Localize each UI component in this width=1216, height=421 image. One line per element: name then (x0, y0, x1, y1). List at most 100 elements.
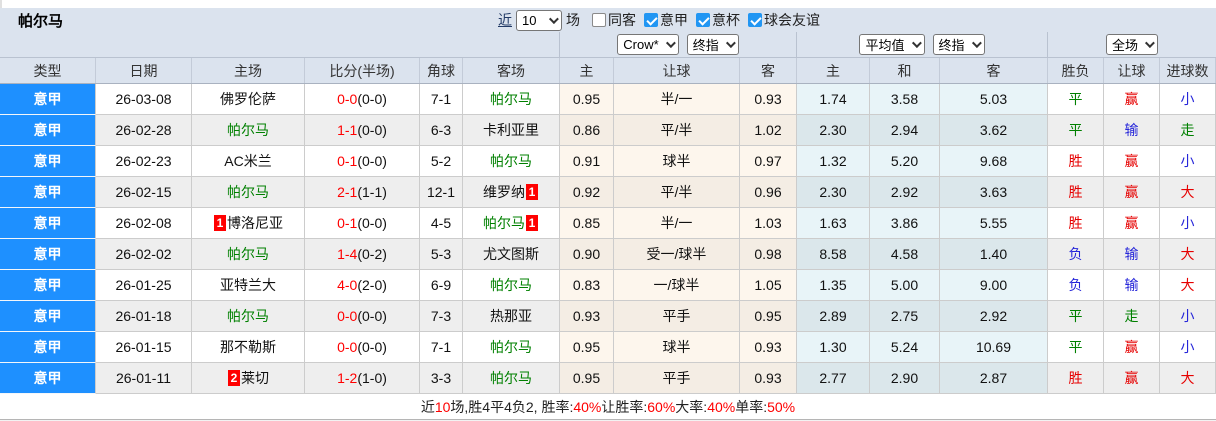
away-team-name: 帕尔马 (490, 277, 532, 293)
summary-segment-7: 40% (707, 398, 736, 415)
euro-home-odds: 2.89 (797, 301, 870, 332)
chevron-down-icon (548, 13, 559, 24)
fulltime-score: 0-1 (337, 215, 358, 231)
red-card-badge: 2 (228, 370, 240, 386)
result-goals: 小 (1160, 301, 1216, 332)
corner-count: 3-3 (420, 363, 463, 394)
col-date: 日期 (96, 58, 192, 83)
match-date: 26-02-28 (96, 115, 192, 146)
score-cell: 2-1 (1-1) (305, 177, 420, 208)
asia-odds-select-0-value: Crow* (623, 37, 659, 52)
asia-away-odds: 0.96 (740, 177, 797, 208)
euro-away-odds: 9.00 (940, 270, 1048, 301)
league-cell: 意甲 (0, 332, 96, 363)
result-goals: 小 (1160, 208, 1216, 239)
away-team-name: 卡利亚里 (483, 122, 539, 138)
away-team-name: 帕尔马 (490, 91, 532, 107)
matches-count-value: 10 (522, 12, 537, 28)
asia-odds-select-1[interactable]: 终指 (686, 34, 739, 55)
red-card-badge: 1 (526, 184, 538, 200)
halftime-score: (2-0) (357, 277, 387, 293)
away-team: 帕尔马 (463, 270, 560, 301)
asia-away-odds: 0.97 (740, 146, 797, 177)
home-team: 2 莱切 (192, 363, 305, 394)
home-team-name: AC米兰 (224, 153, 272, 169)
euro-draw-odds: 2.92 (870, 177, 940, 208)
home-team: 1 博洛尼亚 (192, 208, 305, 239)
euro-odds-source-cell: 平均值 终指 (797, 32, 1048, 57)
corner-count: 6-3 (420, 115, 463, 146)
table-row: 意甲 26-01-15 那不勒斯 0-0 (0-0) 7-1 帕尔马 0.95 球半 0.93 1.… (0, 332, 1216, 363)
match-date: 26-03-08 (96, 84, 192, 115)
home-team-name: 那不勒斯 (220, 339, 276, 355)
league-cell: 意甲 (0, 239, 96, 270)
asia-away-odds: 1.03 (740, 208, 797, 239)
euro-away-odds: 2.87 (940, 363, 1048, 394)
match-rows: 意甲 26-03-08 佛罗伦萨 0-0 (0-0) 7-1 帕尔马 0.95 半/一 0.93 1… (0, 84, 1216, 394)
fulltime-score: 1-4 (337, 246, 358, 262)
matches-suffix-label: 场 (566, 12, 580, 28)
red-card-badge: 1 (214, 215, 226, 231)
euro-odds-select-0-value: 平均值 (865, 38, 905, 53)
result-wdl: 胜 (1048, 177, 1104, 208)
result-wdl: 平 (1048, 115, 1104, 146)
home-team-name: 亚特兰大 (220, 277, 276, 293)
filter-checkbox-1[interactable] (644, 13, 658, 27)
league-cell: 意甲 (0, 208, 96, 239)
home-team: 帕尔马 (192, 239, 305, 270)
halftime-score: (1-1) (357, 184, 387, 200)
halftime-score: (0-0) (357, 339, 387, 355)
col-home: 主场 (192, 58, 305, 83)
recent-matches-panel: 帕尔马 近 10 场 同客 意甲 意杯 球会友谊 Crow* 终指 平均值 终指 全场 类… (0, 8, 1216, 421)
corner-count: 7-1 (420, 84, 463, 115)
match-date: 26-02-15 (96, 177, 192, 208)
fulltime-score: 1-2 (337, 370, 358, 386)
summary-segment-2: 场,胜4平4负2, 胜率: (450, 398, 574, 415)
result-wdl: 胜 (1048, 146, 1104, 177)
asia-away-odds: 0.93 (740, 332, 797, 363)
col-goals: 进球数 (1160, 58, 1216, 83)
away-team: 帕尔马 (463, 363, 560, 394)
scope-select[interactable]: 全场 (1105, 34, 1158, 55)
summary-segment-1: 10 (434, 398, 451, 415)
euro-draw-odds: 5.24 (870, 332, 940, 363)
asia-handicap: 受一/球半 (614, 239, 740, 270)
result-wdl: 胜 (1048, 208, 1104, 239)
corner-count: 4-5 (420, 208, 463, 239)
euro-home-odds: 1.32 (797, 146, 870, 177)
home-team-name: 佛罗伦萨 (220, 91, 276, 107)
filter-checkbox-2[interactable] (696, 13, 710, 27)
filter-checkbox-3[interactable] (748, 13, 762, 27)
chevron-down-icon (911, 38, 922, 49)
asia-handicap: 半/一 (614, 84, 740, 115)
euro-odds-select-1[interactable]: 终指 (932, 34, 985, 55)
result-handicap: 赢 (1104, 177, 1160, 208)
chevron-down-icon (725, 38, 736, 49)
match-date: 26-01-25 (96, 270, 192, 301)
home-team: 佛罗伦萨 (192, 84, 305, 115)
league-cell: 意甲 (0, 301, 96, 332)
column-header-row: 类型 日期 主场 比分(半场) 角球 客场主让球客主和客胜负 让球 进球数 (0, 58, 1216, 84)
result-wdl: 负 (1048, 270, 1104, 301)
away-team: 热那亚 (463, 301, 560, 332)
asia-handicap: 球半 (614, 332, 740, 363)
summary-segment-9: 50% (767, 398, 796, 415)
corner-count: 7-1 (420, 332, 463, 363)
near-link[interactable]: 近 (498, 10, 512, 30)
col-handicap-result: 让球 (1104, 58, 1160, 83)
euro-away-odds: 5.55 (940, 208, 1048, 239)
euro-away-odds: 1.40 (940, 239, 1048, 270)
asia-handicap: 平手 (614, 363, 740, 394)
match-date: 26-01-15 (96, 332, 192, 363)
table-row: 意甲 26-03-08 佛罗伦萨 0-0 (0-0) 7-1 帕尔马 0.95 半/一 0.93 1… (0, 84, 1216, 115)
summary-segment-3: 40% (573, 398, 602, 415)
away-team-name: 帕尔马 (490, 339, 532, 355)
asia-odds-select-0[interactable]: Crow* (617, 34, 679, 55)
result-handicap: 赢 (1104, 208, 1160, 239)
euro-odds-select-0[interactable]: 平均值 (859, 34, 925, 55)
fulltime-score: 0-0 (337, 308, 358, 324)
team-header-bar: 帕尔马 近 10 场 同客 意甲 意杯 球会友谊 (0, 8, 1216, 32)
matches-count-select[interactable]: 10 (516, 9, 562, 31)
euro-draw-odds: 2.90 (870, 363, 940, 394)
filter-checkbox-0[interactable] (592, 13, 606, 27)
